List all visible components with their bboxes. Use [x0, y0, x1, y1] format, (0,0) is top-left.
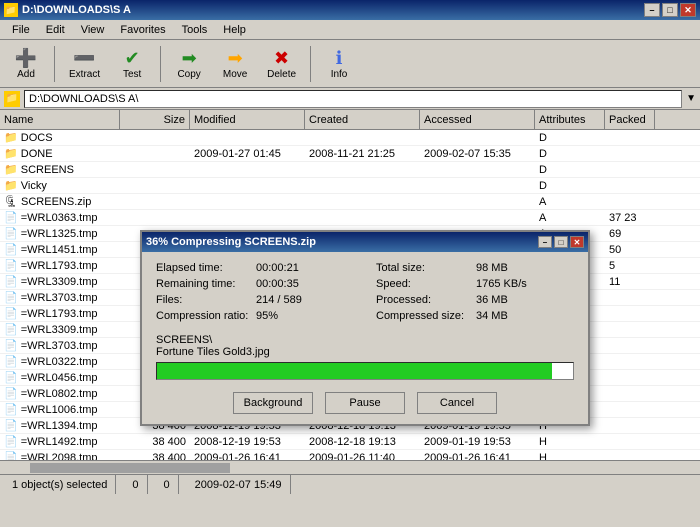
- background-button[interactable]: Background: [233, 392, 313, 414]
- menu-favorites[interactable]: Favorites: [112, 22, 173, 38]
- progress-bar: [157, 363, 552, 379]
- processed-row: Processed: 36 MB: [376, 294, 576, 306]
- remaining-label: Remaining time:: [156, 278, 256, 290]
- address-bar: 📁 ▼: [0, 88, 700, 110]
- move-button[interactable]: ➡ Move: [213, 46, 257, 82]
- add-label: Add: [17, 69, 35, 80]
- speed-label: Speed:: [376, 278, 476, 290]
- menu-file[interactable]: File: [4, 22, 38, 38]
- window-title: D:\DOWNLOADS\S A: [22, 4, 131, 16]
- delete-button[interactable]: ✖ Delete: [259, 46, 304, 82]
- compression-row: Compression ratio: 95%: [156, 310, 356, 322]
- compressed-row: Compressed size: 34 MB: [376, 310, 576, 322]
- total-size-row: Total size: 98 MB: [376, 262, 576, 274]
- current-folder-text: SCREENS\: [156, 334, 574, 346]
- speed-row: Speed: 1765 KB/s: [376, 278, 576, 290]
- dialog-overlay: 36% Compressing SCREENS.zip – □ ✕ Elapse…: [0, 110, 700, 507]
- address-folder-icon: 📁: [4, 91, 20, 107]
- main-area: Name Size Modified Created Accessed Attr…: [0, 110, 700, 507]
- compression-value: 95%: [256, 310, 356, 322]
- toolbar-sep-2: [160, 46, 161, 82]
- elapsed-row: Elapsed time: 00:00:21: [156, 262, 356, 274]
- files-label: Files:: [156, 294, 256, 306]
- minimize-button[interactable]: –: [644, 3, 660, 17]
- dialog-buttons: Background Pause Cancel: [156, 392, 574, 414]
- copy-label: Copy: [177, 69, 200, 80]
- dialog-col-right: Total size: 98 MB Speed: 1765 KB/s Proce…: [376, 262, 576, 326]
- elapsed-value: 00:00:21: [256, 262, 356, 274]
- menu-edit[interactable]: Edit: [38, 22, 73, 38]
- speed-value: 1765 KB/s: [476, 278, 576, 290]
- dialog-close-button[interactable]: ✕: [570, 236, 584, 248]
- progress-bar-container: [156, 362, 574, 380]
- title-bar: 📁 D:\DOWNLOADS\S A – □ ✕: [0, 0, 700, 20]
- copy-button[interactable]: ➡ Copy: [167, 46, 211, 82]
- maximize-button[interactable]: □: [662, 3, 678, 17]
- menu-tools[interactable]: Tools: [174, 22, 216, 38]
- dialog-maximize-button[interactable]: □: [554, 236, 568, 248]
- extract-label: Extract: [69, 69, 100, 80]
- toolbar-sep-1: [54, 46, 55, 82]
- pause-button[interactable]: Pause: [325, 392, 405, 414]
- processed-label: Processed:: [376, 294, 476, 306]
- menu-bar: File Edit View Favorites Tools Help: [0, 20, 700, 40]
- progress-dialog: 36% Compressing SCREENS.zip – □ ✕ Elapse…: [140, 230, 590, 426]
- delete-label: Delete: [267, 69, 296, 80]
- files-value: 214 / 589: [256, 294, 356, 306]
- dialog-title-buttons: – □ ✕: [538, 236, 584, 248]
- dialog-content: Elapsed time: 00:00:21 Remaining time: 0…: [142, 252, 588, 424]
- move-icon: ➡: [228, 48, 243, 69]
- current-file-text: Fortune Tiles Gold3.jpg: [156, 346, 574, 358]
- cancel-button[interactable]: Cancel: [417, 392, 497, 414]
- address-dropdown-icon[interactable]: ▼: [686, 93, 696, 104]
- dialog-minimize-button[interactable]: –: [538, 236, 552, 248]
- extract-button[interactable]: ➖ Extract: [61, 46, 108, 82]
- menu-view[interactable]: View: [73, 22, 113, 38]
- total-size-value: 98 MB: [476, 262, 576, 274]
- window-controls: – □ ✕: [644, 3, 696, 17]
- app-icon: 📁: [4, 3, 18, 17]
- processed-value: 36 MB: [476, 294, 576, 306]
- test-label: Test: [123, 69, 141, 80]
- elapsed-label: Elapsed time:: [156, 262, 256, 274]
- menu-help[interactable]: Help: [215, 22, 254, 38]
- add-button[interactable]: ➕ Add: [4, 46, 48, 82]
- move-label: Move: [223, 69, 247, 80]
- dialog-title-bar: 36% Compressing SCREENS.zip – □ ✕: [142, 232, 588, 252]
- compressed-value: 34 MB: [476, 310, 576, 322]
- dialog-col-left: Elapsed time: 00:00:21 Remaining time: 0…: [156, 262, 356, 326]
- remaining-value: 00:00:35: [256, 278, 356, 290]
- info-icon: ℹ: [336, 48, 343, 69]
- extract-icon: ➖: [73, 48, 95, 69]
- info-button[interactable]: ℹ Info: [317, 46, 361, 82]
- dialog-title-text: 36% Compressing SCREENS.zip: [146, 236, 316, 248]
- add-icon: ➕: [15, 48, 37, 69]
- info-label: Info: [331, 69, 348, 80]
- toolbar-sep-3: [310, 46, 311, 82]
- files-row: Files: 214 / 589: [156, 294, 356, 306]
- compressed-label: Compressed size:: [376, 310, 476, 322]
- remaining-row: Remaining time: 00:00:35: [156, 278, 356, 290]
- test-button[interactable]: ✔ Test: [110, 46, 154, 82]
- test-icon: ✔: [125, 48, 140, 69]
- copy-icon: ➡: [182, 48, 197, 69]
- compression-label: Compression ratio:: [156, 310, 256, 322]
- address-input[interactable]: [24, 90, 682, 108]
- toolbar: ➕ Add ➖ Extract ✔ Test ➡ Copy ➡ Move ✖ D…: [0, 40, 700, 88]
- total-size-label: Total size:: [376, 262, 476, 274]
- dialog-fields: Elapsed time: 00:00:21 Remaining time: 0…: [156, 262, 574, 326]
- current-folder: SCREENS\ Fortune Tiles Gold3.jpg: [156, 334, 574, 358]
- close-button[interactable]: ✕: [680, 3, 696, 17]
- delete-icon: ✖: [274, 48, 289, 69]
